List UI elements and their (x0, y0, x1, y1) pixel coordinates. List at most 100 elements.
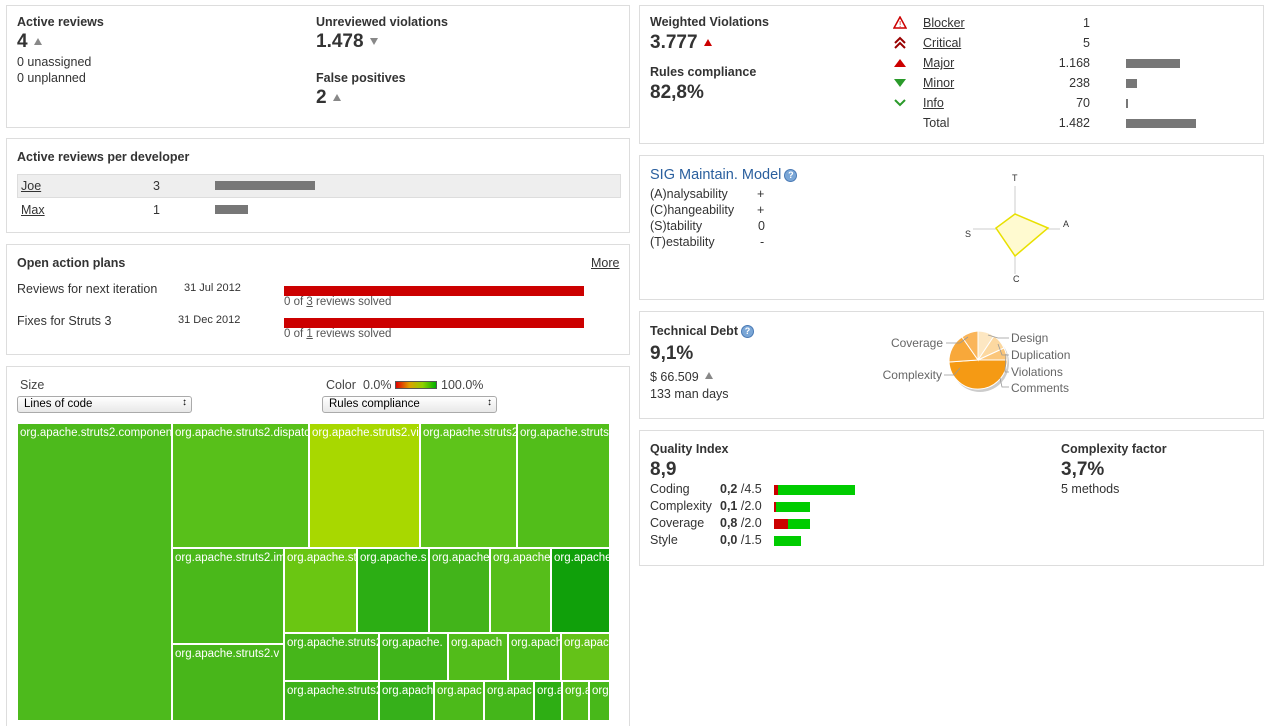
active-reviews-title: Active reviews (17, 15, 104, 29)
quality-bar-red (774, 502, 776, 512)
severity-blocker-count: 1 (1083, 16, 1090, 30)
treemap-panel: Size Lines of code Color 0.0% 100.0% Rul… (6, 366, 630, 726)
treemap-cell[interactable]: org.apache (429, 548, 490, 633)
severity-critical-link[interactable]: Critical (923, 36, 961, 50)
trend-up-icon (33, 38, 42, 45)
treemap-cell[interactable]: org.apache.struts2.views (309, 423, 420, 548)
treemap-cell[interactable]: org.apac (484, 681, 534, 721)
weighted-violations-row: 3.777 (650, 32, 712, 54)
treemap-cell[interactable]: org.apache.struts2 (284, 633, 379, 681)
info-icon (894, 99, 906, 107)
quality-title: Quality Index (650, 442, 729, 456)
treemap-cell[interactable]: org.apache.struts2.interceptor (517, 423, 610, 548)
sig-label: (C)hangeability (650, 203, 735, 217)
treemap-cell[interactable]: org.apach (379, 681, 434, 721)
false-positives-title: False positives (316, 71, 406, 85)
quality-bar (774, 502, 810, 512)
action-plans-title: Open action plans (17, 256, 126, 270)
critical-icon (894, 36, 906, 49)
plan-date: 31 Jul 2012 (184, 282, 241, 294)
color-min: 0.0% (363, 378, 392, 392)
plan-name: Reviews for next iteration (17, 282, 158, 296)
plan-progress-pre: 0 of (284, 328, 307, 340)
treemap-cell[interactable]: org.a (589, 681, 610, 721)
color-scale-bar (395, 381, 437, 389)
active-reviews-value: 4 (17, 31, 28, 52)
plan-progress-pre: 0 of (284, 296, 307, 308)
unplanned-text: 0 unplanned (17, 71, 86, 85)
sig-label: (A)nalysability (650, 187, 728, 201)
debt-pie-chart: Coverage Complexity Design Duplication V… (883, 330, 1070, 395)
treemap-cell[interactable]: org.apache.struts2.v (172, 644, 284, 721)
color-label: Color (326, 378, 356, 392)
radar-axis-c: C (1013, 274, 1020, 284)
developer-name-link[interactable]: Max (21, 203, 45, 217)
treemap-cell[interactable]: org.apach (448, 633, 508, 681)
quality-value: 8,9 (650, 459, 677, 480)
quality-bar-red (774, 485, 778, 495)
help-icon[interactable]: ? (784, 169, 798, 182)
quality-score-max: /1.5 (740, 533, 762, 547)
pie-label-violations: Violations (1011, 365, 1063, 379)
trend-up-red-icon (703, 39, 712, 46)
weighted-violations-value: 3.777 (650, 32, 698, 53)
blocker-icon: ! (893, 16, 907, 29)
quality-score: 0,0 /1.5 (720, 533, 762, 547)
severity-major-link[interactable]: Major (923, 56, 954, 70)
trend-up-icon (704, 372, 713, 379)
radar-axis-t: T (1012, 173, 1018, 183)
sig-label: (T)estability (650, 235, 715, 249)
treemap-cell[interactable]: org.apach (508, 633, 561, 681)
debt-amount: $ 66.509 (650, 370, 699, 384)
treemap-cell[interactable]: org.apach (561, 633, 610, 681)
treemap-cell[interactable]: org.apache.struts2.components (17, 423, 172, 721)
treemap-cell[interactable]: org.apache.struts2.impl (172, 548, 284, 644)
treemap-cell[interactable]: org.apache.s (357, 548, 429, 633)
severity-info-link[interactable]: Info (923, 96, 944, 110)
pie-label-coverage: Coverage (891, 336, 943, 350)
size-select[interactable]: Lines of code (17, 396, 192, 413)
trend-up-icon (332, 94, 341, 101)
help-icon[interactable]: ? (740, 325, 754, 338)
weighted-violations-title: Weighted Violations (650, 15, 769, 29)
treemap: org.apache.struts2.components org.apache… (17, 423, 610, 721)
treemap-cell[interactable]: org.apac (434, 681, 484, 721)
sig-radar-chart: T A C S (965, 173, 1069, 284)
developer-row: Joe 3 (17, 174, 621, 198)
treemap-cell[interactable]: org.apache. (379, 633, 448, 681)
rules-compliance-value: 82,8% (650, 82, 704, 103)
developer-name-link[interactable]: Joe (21, 179, 41, 193)
trend-down-icon (369, 38, 378, 45)
color-select[interactable]: Rules compliance (322, 396, 497, 413)
developer-bar (215, 205, 248, 214)
treemap-cell[interactable]: org.a (534, 681, 562, 721)
severity-minor-link[interactable]: Minor (923, 76, 954, 90)
complexity-factor-value: 3,7% (1061, 459, 1105, 480)
severity-info-bar (1126, 99, 1128, 108)
quality-bar (774, 519, 810, 529)
false-positives-value-row: 2 (316, 87, 341, 109)
pie-label-design: Design (1011, 331, 1048, 345)
quality-score-max: /4.5 (740, 482, 762, 496)
treemap-cell[interactable]: org.apache.struts2. (284, 681, 379, 721)
treemap-cell[interactable]: org.a (562, 681, 589, 721)
quality-bar (774, 536, 801, 546)
quality-score-value: 0,2 (720, 482, 738, 496)
severity-major-bar (1126, 59, 1180, 68)
treemap-cell[interactable]: org.apache (490, 548, 551, 633)
unassigned-text: 0 unassigned (17, 55, 92, 69)
treemap-cell[interactable]: org.apache.struts2.s (284, 548, 357, 633)
quality-score-value: 0,1 (720, 499, 738, 513)
more-link[interactable]: More (591, 256, 619, 270)
treemap-cell[interactable]: org.apache (551, 548, 610, 633)
per-developer-title: Active reviews per developer (17, 150, 190, 164)
severity-blocker-link[interactable]: Blocker (923, 16, 965, 30)
sig-value: 0 (758, 219, 765, 233)
quality-bar-red (774, 519, 788, 529)
treemap-cell[interactable]: org.apache.struts2.dispatcher (172, 423, 309, 548)
quality-score: 0,2 /4.5 (720, 482, 762, 496)
sig-label: (S)tability (650, 219, 703, 233)
quality-label: Complexity (650, 499, 712, 513)
reviews-panel: Active reviews 4 0 unassigned 0 unplanne… (6, 5, 630, 128)
treemap-cell[interactable]: org.apache.struts2.util (420, 423, 517, 548)
